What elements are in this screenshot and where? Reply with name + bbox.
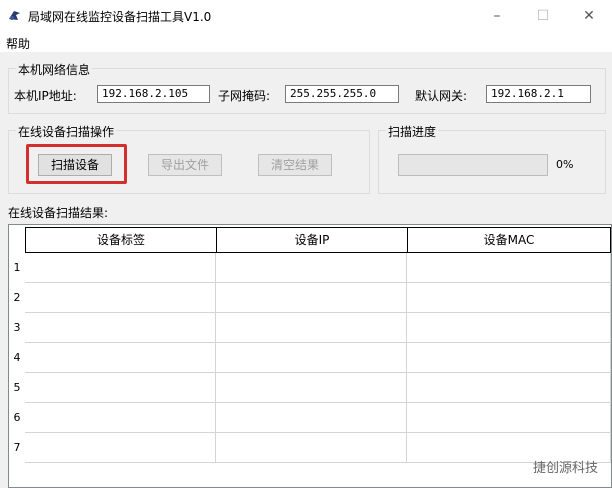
scan-devices-button[interactable]: 扫描设备: [38, 154, 112, 176]
row-number: 2: [13, 291, 21, 304]
table-cell[interactable]: [216, 433, 407, 463]
results-grid[interactable]: 设备标签 设备IP 设备MAC 1 2 3 4 5 6 7: [8, 224, 612, 488]
table-cell[interactable]: [25, 403, 216, 433]
row-number: 7: [13, 441, 21, 454]
local-network-legend: 本机网络信息: [16, 61, 93, 78]
gateway-field[interactable]: 192.168.2.1: [486, 85, 591, 103]
table-cell[interactable]: [25, 313, 216, 343]
row-number: 3: [13, 321, 21, 334]
export-file-button[interactable]: 导出文件: [148, 154, 222, 176]
table-cell[interactable]: [216, 313, 407, 343]
table-cell[interactable]: [25, 253, 216, 283]
table-cell[interactable]: [25, 433, 216, 463]
table-cell[interactable]: [25, 373, 216, 403]
table-cell[interactable]: [216, 403, 407, 433]
table-cell[interactable]: [216, 253, 407, 283]
table-cell[interactable]: [25, 343, 216, 373]
table-cell[interactable]: [25, 283, 216, 313]
results-label: 在线设备扫描结果:: [8, 206, 109, 220]
scan-operations-legend: 在线设备扫描操作: [16, 123, 117, 140]
mask-label: 子网掩码:: [218, 89, 271, 103]
table-cell[interactable]: [216, 343, 407, 373]
gateway-label: 默认网关:: [415, 89, 468, 103]
table-cell[interactable]: [407, 283, 611, 313]
row-number: 5: [13, 381, 21, 394]
row-number: 4: [13, 351, 21, 364]
scan-progress-legend: 扫描进度: [386, 123, 439, 140]
window-title: 局域网在线监控设备扫描工具V1.0: [28, 10, 212, 24]
table-cell[interactable]: [216, 373, 407, 403]
column-header-device-tag[interactable]: 设备标签: [25, 227, 217, 253]
row-number: 1: [13, 261, 21, 274]
table-cell[interactable]: [407, 403, 611, 433]
mask-field[interactable]: 255.255.255.0: [285, 85, 399, 103]
table-cell[interactable]: [216, 283, 407, 313]
menu-bar: 帮助: [0, 32, 612, 53]
minimize-button[interactable]: –: [474, 0, 520, 32]
column-header-device-mac[interactable]: 设备MAC: [407, 227, 611, 253]
ip-label: 本机IP地址:: [14, 89, 77, 103]
table-cell[interactable]: [407, 313, 611, 343]
column-header-device-ip[interactable]: 设备IP: [216, 227, 408, 253]
table-cell[interactable]: [407, 253, 611, 283]
row-number: 6: [13, 411, 21, 424]
maximize-button[interactable]: ☐: [520, 0, 566, 32]
app-icon: [9, 11, 20, 20]
clear-results-button[interactable]: 清空结果: [258, 154, 332, 176]
progress-percent: 0%: [556, 158, 574, 171]
menu-help[interactable]: 帮助: [6, 35, 30, 52]
ip-field[interactable]: 192.168.2.105: [97, 85, 210, 103]
progress-bar: [398, 154, 548, 176]
table-cell[interactable]: [407, 343, 611, 373]
title-bar: 局域网在线监控设备扫描工具V1.0 – ☐ ✕: [0, 0, 612, 32]
table-cell[interactable]: [407, 373, 611, 403]
close-button[interactable]: ✕: [566, 0, 612, 32]
watermark: 捷创源科技: [532, 461, 598, 476]
